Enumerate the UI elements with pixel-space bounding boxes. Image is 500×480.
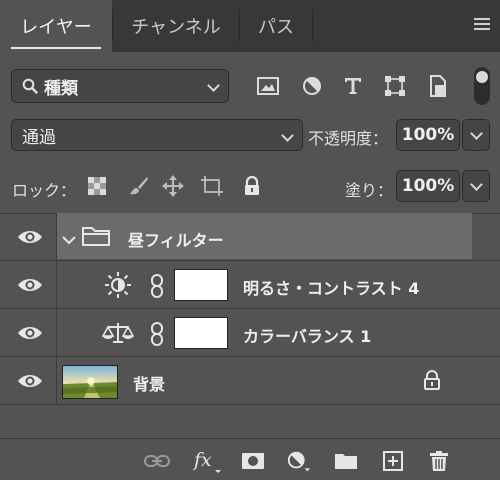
chevron-down-icon (281, 129, 294, 142)
lock-position-icon[interactable] (161, 174, 185, 198)
fill-dropdown-button[interactable] (462, 170, 490, 202)
opacity-label: 不透明度： (308, 129, 389, 148)
tab-layers[interactable]: レイヤー (0, 0, 112, 52)
chevron-down-icon (470, 178, 483, 191)
layer-row-group[interactable]: 昼フィルター (0, 213, 500, 261)
chevron-down-icon (207, 79, 220, 92)
visibility-eye-icon[interactable] (16, 371, 44, 391)
layer-name: 明るさ・コントラスト 4 (243, 279, 420, 298)
search-icon (22, 78, 38, 94)
tab-channels-label: チャンネル (131, 17, 221, 38)
layer-row-background[interactable]: 背景 (0, 357, 500, 405)
opacity-dropdown-button[interactable] (462, 119, 490, 151)
folder-icon (82, 225, 110, 247)
delete-icon[interactable] (426, 449, 452, 473)
tab-paths-label: パス (258, 17, 294, 38)
lock-image-pixels-icon[interactable] (127, 174, 151, 198)
image-filter-icon[interactable] (255, 73, 281, 99)
tab-channels[interactable]: チャンネル (113, 0, 239, 52)
shape-filter-icon[interactable] (382, 73, 408, 99)
layer-divider (0, 404, 500, 405)
layer-image-thumbnail[interactable] (62, 365, 118, 399)
lock-transparent-pixels-icon[interactable] (85, 174, 109, 198)
tab-bar: レイヤー チャンネル パス (0, 0, 500, 52)
fx-icon[interactable]: fx (192, 449, 224, 473)
visibility-eye-icon[interactable] (16, 323, 44, 343)
tab-layers-label: レイヤー (20, 17, 92, 38)
layer-name: 昼フィルター (128, 231, 224, 250)
link-layers-icon[interactable] (144, 449, 170, 473)
layer-name: カラーバランス 1 (243, 327, 372, 346)
lock-artboard-icon[interactable] (200, 174, 224, 198)
layer-name: 背景 (133, 375, 166, 394)
layer-lock-icon (423, 370, 441, 390)
add-mask-icon[interactable] (240, 449, 266, 473)
tab-divider (312, 10, 313, 42)
svg-text:fx: fx (192, 449, 212, 471)
chain-link-icon[interactable] (150, 274, 164, 298)
group-highlight (57, 213, 472, 259)
visibility-eye-icon[interactable] (16, 275, 44, 295)
type-filter-icon[interactable] (340, 73, 366, 99)
layers-list: 昼フィルター 明るさ・コントラスト 4 カラーバランス 1 背景 (0, 213, 500, 438)
eye-column-divider (56, 261, 57, 309)
layer-row-brightness-contrast[interactable]: 明るさ・コントラスト 4 (0, 261, 500, 309)
eye-column-divider (56, 357, 57, 405)
fill-input[interactable]: 100% (396, 170, 460, 202)
lock-all-icon[interactable] (240, 174, 264, 198)
new-group-icon[interactable] (333, 449, 359, 473)
smart-object-filter-icon[interactable] (425, 73, 451, 99)
layer-mask-thumbnail[interactable] (174, 269, 228, 301)
new-layer-icon[interactable] (380, 449, 406, 473)
toggle-knob (476, 71, 488, 83)
visibility-eye-icon[interactable] (16, 227, 44, 247)
color-balance-icon (101, 321, 135, 345)
chevron-down-icon (470, 127, 483, 140)
layer-row-color-balance[interactable]: カラーバランス 1 (0, 309, 500, 357)
filter-kind-label: 種類 (44, 78, 78, 99)
adjustment-filter-icon[interactable] (299, 73, 325, 99)
chevron-down-icon[interactable] (62, 230, 76, 245)
eye-column-divider (56, 309, 57, 357)
chain-link-icon[interactable] (150, 322, 164, 346)
blend-mode-label: 通過 (22, 127, 56, 148)
panel-menu-icon[interactable] (474, 18, 490, 32)
filter-toggle-switch[interactable] (474, 67, 490, 105)
blend-mode-select[interactable]: 通過 (11, 119, 303, 151)
lock-label: ロック： (12, 181, 77, 200)
opacity-input[interactable]: 100% (396, 119, 460, 151)
layer-mask-thumbnail[interactable] (174, 317, 228, 349)
layers-bottom-toolbar: fx (0, 438, 500, 480)
new-adjustment-icon[interactable] (286, 449, 312, 473)
filter-kind-select[interactable]: 種類 (11, 69, 229, 103)
brightness-contrast-icon (104, 271, 132, 299)
fill-label: 塗り： (345, 181, 394, 200)
tab-paths[interactable]: パス (240, 0, 312, 52)
